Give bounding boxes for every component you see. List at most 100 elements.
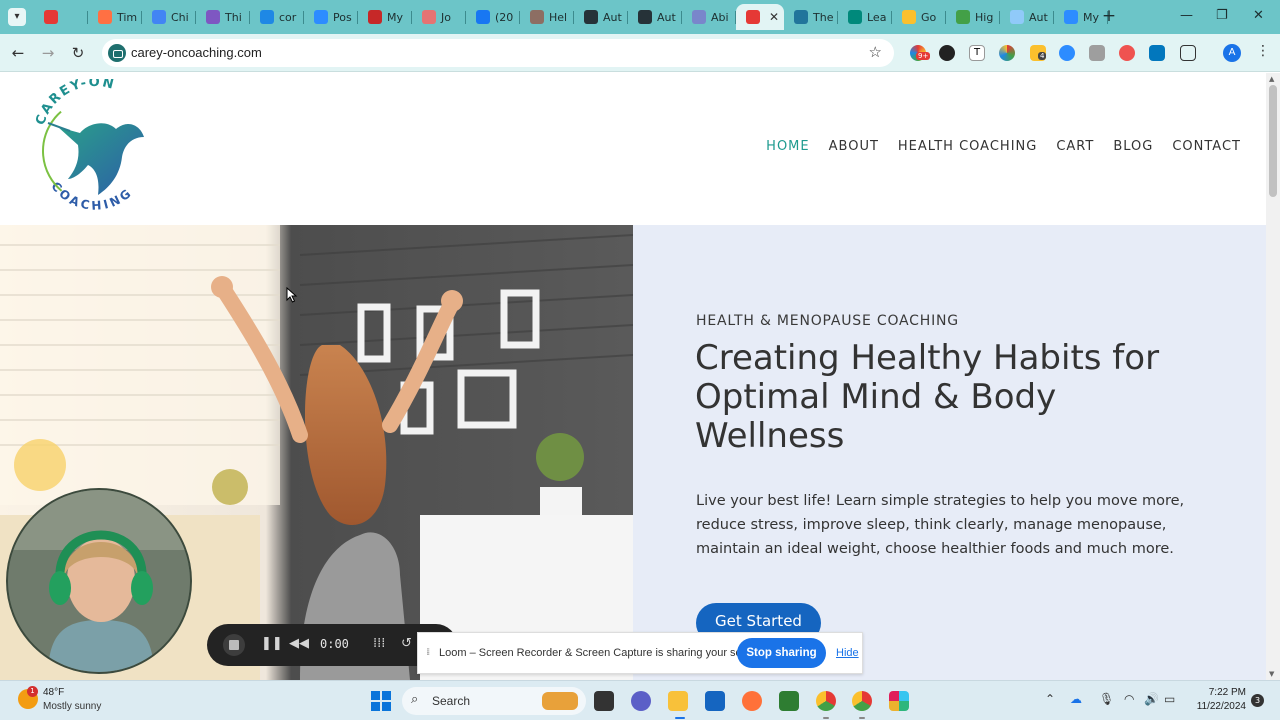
- close-window-icon[interactable]: ✕: [1253, 8, 1264, 23]
- scroll-thumb[interactable]: [1269, 85, 1277, 197]
- firefox-icon[interactable]: [742, 691, 762, 711]
- microphone-icon[interactable]: 🎙: [1099, 692, 1114, 706]
- notification-badge[interactable]: 3: [1251, 694, 1264, 707]
- forward-button[interactable]: →: [38, 43, 58, 63]
- tab-label: My: [387, 10, 404, 24]
- browser-tab[interactable]: Aut: [574, 4, 628, 30]
- tab-label: Aut: [657, 10, 676, 24]
- extension-text-icon[interactable]: T: [969, 45, 985, 61]
- weather-temperature[interactable]: 48°F: [43, 687, 64, 698]
- scroll-down-icon[interactable]: ▼: [1269, 670, 1274, 678]
- loom-rewind-icon[interactable]: ◀◀: [289, 636, 309, 651]
- slack-icon[interactable]: [889, 691, 909, 711]
- scroll-up-icon[interactable]: ▲: [1269, 75, 1274, 83]
- restore-icon[interactable]: ❐: [1216, 8, 1228, 23]
- loom-webcam-bubble[interactable]: [6, 488, 192, 674]
- new-tab-button[interactable]: +: [1100, 7, 1118, 25]
- browser-tab[interactable]: The: [784, 4, 838, 30]
- hide-link[interactable]: Hide: [836, 647, 859, 659]
- tab-list: Tim Chi Thi cor Pos My Jo (20 Hel Aut Aut Abi ✕ The Le…: [34, 4, 1108, 30]
- hero-text-panel: HEALTH & MENOPAUSE COACHING Creating Hea…: [633, 225, 1266, 680]
- browser-tab[interactable]: Abi: [682, 4, 736, 30]
- wifi-icon[interactable]: ◠: [1124, 692, 1134, 706]
- chrome-profile-icon[interactable]: [852, 691, 872, 711]
- profile-avatar[interactable]: A: [1223, 44, 1241, 62]
- clock-time: 7:22 PM: [1208, 687, 1246, 698]
- loom-stop-button[interactable]: [223, 634, 245, 656]
- extension-red-icon[interactable]: [1119, 45, 1135, 61]
- task-view-icon[interactable]: [594, 691, 614, 711]
- reload-button[interactable]: ↻: [68, 43, 88, 63]
- teams-icon[interactable]: [631, 691, 651, 711]
- tab-favicon-icon: [368, 10, 382, 24]
- site-logo[interactable]: CAREY-ON COACHING: [28, 79, 162, 221]
- url-text: carey-oncoaching.com: [131, 45, 262, 60]
- minimize-icon[interactable]: —: [1180, 8, 1193, 23]
- onedrive-icon[interactable]: ☁: [1070, 692, 1082, 706]
- taskbar-clock[interactable]: 7:22 PM 11/22/2024: [1190, 686, 1246, 714]
- nav-contact[interactable]: CONTACT: [1172, 139, 1241, 154]
- site-info-icon[interactable]: [108, 44, 126, 62]
- browser-tab[interactable]: [34, 4, 88, 30]
- browser-tab[interactable]: My: [358, 4, 412, 30]
- loom-pause-icon[interactable]: ❚❚: [261, 636, 283, 651]
- browser-tab[interactable]: Thi: [196, 4, 250, 30]
- tab-label: Jo: [441, 10, 451, 24]
- chrome-icon[interactable]: [816, 691, 836, 711]
- menu-kebab-icon[interactable]: ⋮: [1256, 43, 1270, 59]
- browser-tab[interactable]: Pos: [304, 4, 358, 30]
- browser-tab[interactable]: Aut: [628, 4, 682, 30]
- browser-tab[interactable]: cor: [250, 4, 304, 30]
- browser-tab[interactable]: Go: [892, 4, 946, 30]
- extension-blue-icon[interactable]: [1149, 45, 1165, 61]
- extension-icon-2[interactable]: [939, 45, 955, 61]
- tab-close-icon[interactable]: ✕: [769, 10, 779, 24]
- extensions-puzzle-icon[interactable]: [1180, 45, 1196, 61]
- browser-toolbar: ← → ↻ carey-oncoaching.com ☆ 9+ T 4 A ⋮: [0, 34, 1280, 72]
- weather-description[interactable]: Mostly sunny: [43, 701, 101, 712]
- nav-health-coaching[interactable]: HEALTH COACHING: [898, 139, 1037, 154]
- browser-tab[interactable]: Chi: [142, 4, 196, 30]
- page-scrollbar[interactable]: ▲ ▼: [1266, 73, 1280, 680]
- nav-cart[interactable]: CART: [1056, 139, 1094, 154]
- store-icon[interactable]: [705, 691, 725, 711]
- loom-restart-icon[interactable]: ↺: [401, 636, 412, 651]
- explorer-running-indicator: [675, 717, 685, 719]
- webcam-person-image: [8, 490, 190, 672]
- address-bar[interactable]: carey-oncoaching.com ☆: [102, 39, 894, 67]
- extension-grey-icon[interactable]: [1089, 45, 1105, 61]
- tab-active[interactable]: ✕: [736, 4, 784, 30]
- stop-sharing-button[interactable]: Stop sharing: [737, 638, 826, 668]
- browser-tab[interactable]: (20: [466, 4, 520, 30]
- browser-tab[interactable]: Aut: [1000, 4, 1054, 30]
- taskbar-search[interactable]: ⌕ Search: [402, 687, 586, 715]
- bookmark-star-icon[interactable]: ☆: [869, 43, 882, 61]
- tab-label: Tim: [117, 10, 138, 24]
- browser-tab[interactable]: Hel: [520, 4, 574, 30]
- tray-overflow-icon[interactable]: ⌃: [1045, 692, 1055, 706]
- nav-about[interactable]: ABOUT: [829, 139, 879, 154]
- windows-start-icon[interactable]: [371, 691, 391, 711]
- battery-icon[interactable]: ▭: [1164, 692, 1175, 706]
- browser-tab[interactable]: Hig: [946, 4, 1000, 30]
- nav-home[interactable]: HOME: [766, 139, 809, 154]
- browser-tab[interactable]: Lea: [838, 4, 892, 30]
- tab-label: Aut: [1029, 10, 1048, 24]
- nav-blog[interactable]: BLOG: [1113, 139, 1153, 154]
- back-button[interactable]: ←: [8, 43, 28, 63]
- tab-label: Hel: [549, 10, 568, 24]
- search-icon: ⌕: [411, 692, 419, 707]
- meet-icon[interactable]: [779, 691, 799, 711]
- tab-search-button[interactable]: ▾: [8, 8, 26, 26]
- file-explorer-icon[interactable]: [668, 691, 688, 711]
- extension-color-icon[interactable]: [999, 45, 1015, 61]
- tab-favicon-icon: [638, 10, 652, 24]
- volume-icon[interactable]: 🔊: [1144, 692, 1159, 706]
- loom-grid-icon[interactable]: ⁞⁞⁞: [373, 636, 385, 651]
- drag-handle-icon[interactable]: ⁞⁞: [426, 647, 431, 658]
- browser-tab[interactable]: Jo: [412, 4, 466, 30]
- mouse-cursor-icon: [286, 287, 298, 303]
- zoom-extension-icon[interactable]: [1059, 45, 1075, 61]
- browser-tab[interactable]: Tim: [88, 4, 142, 30]
- tab-label: Hig: [975, 10, 994, 24]
